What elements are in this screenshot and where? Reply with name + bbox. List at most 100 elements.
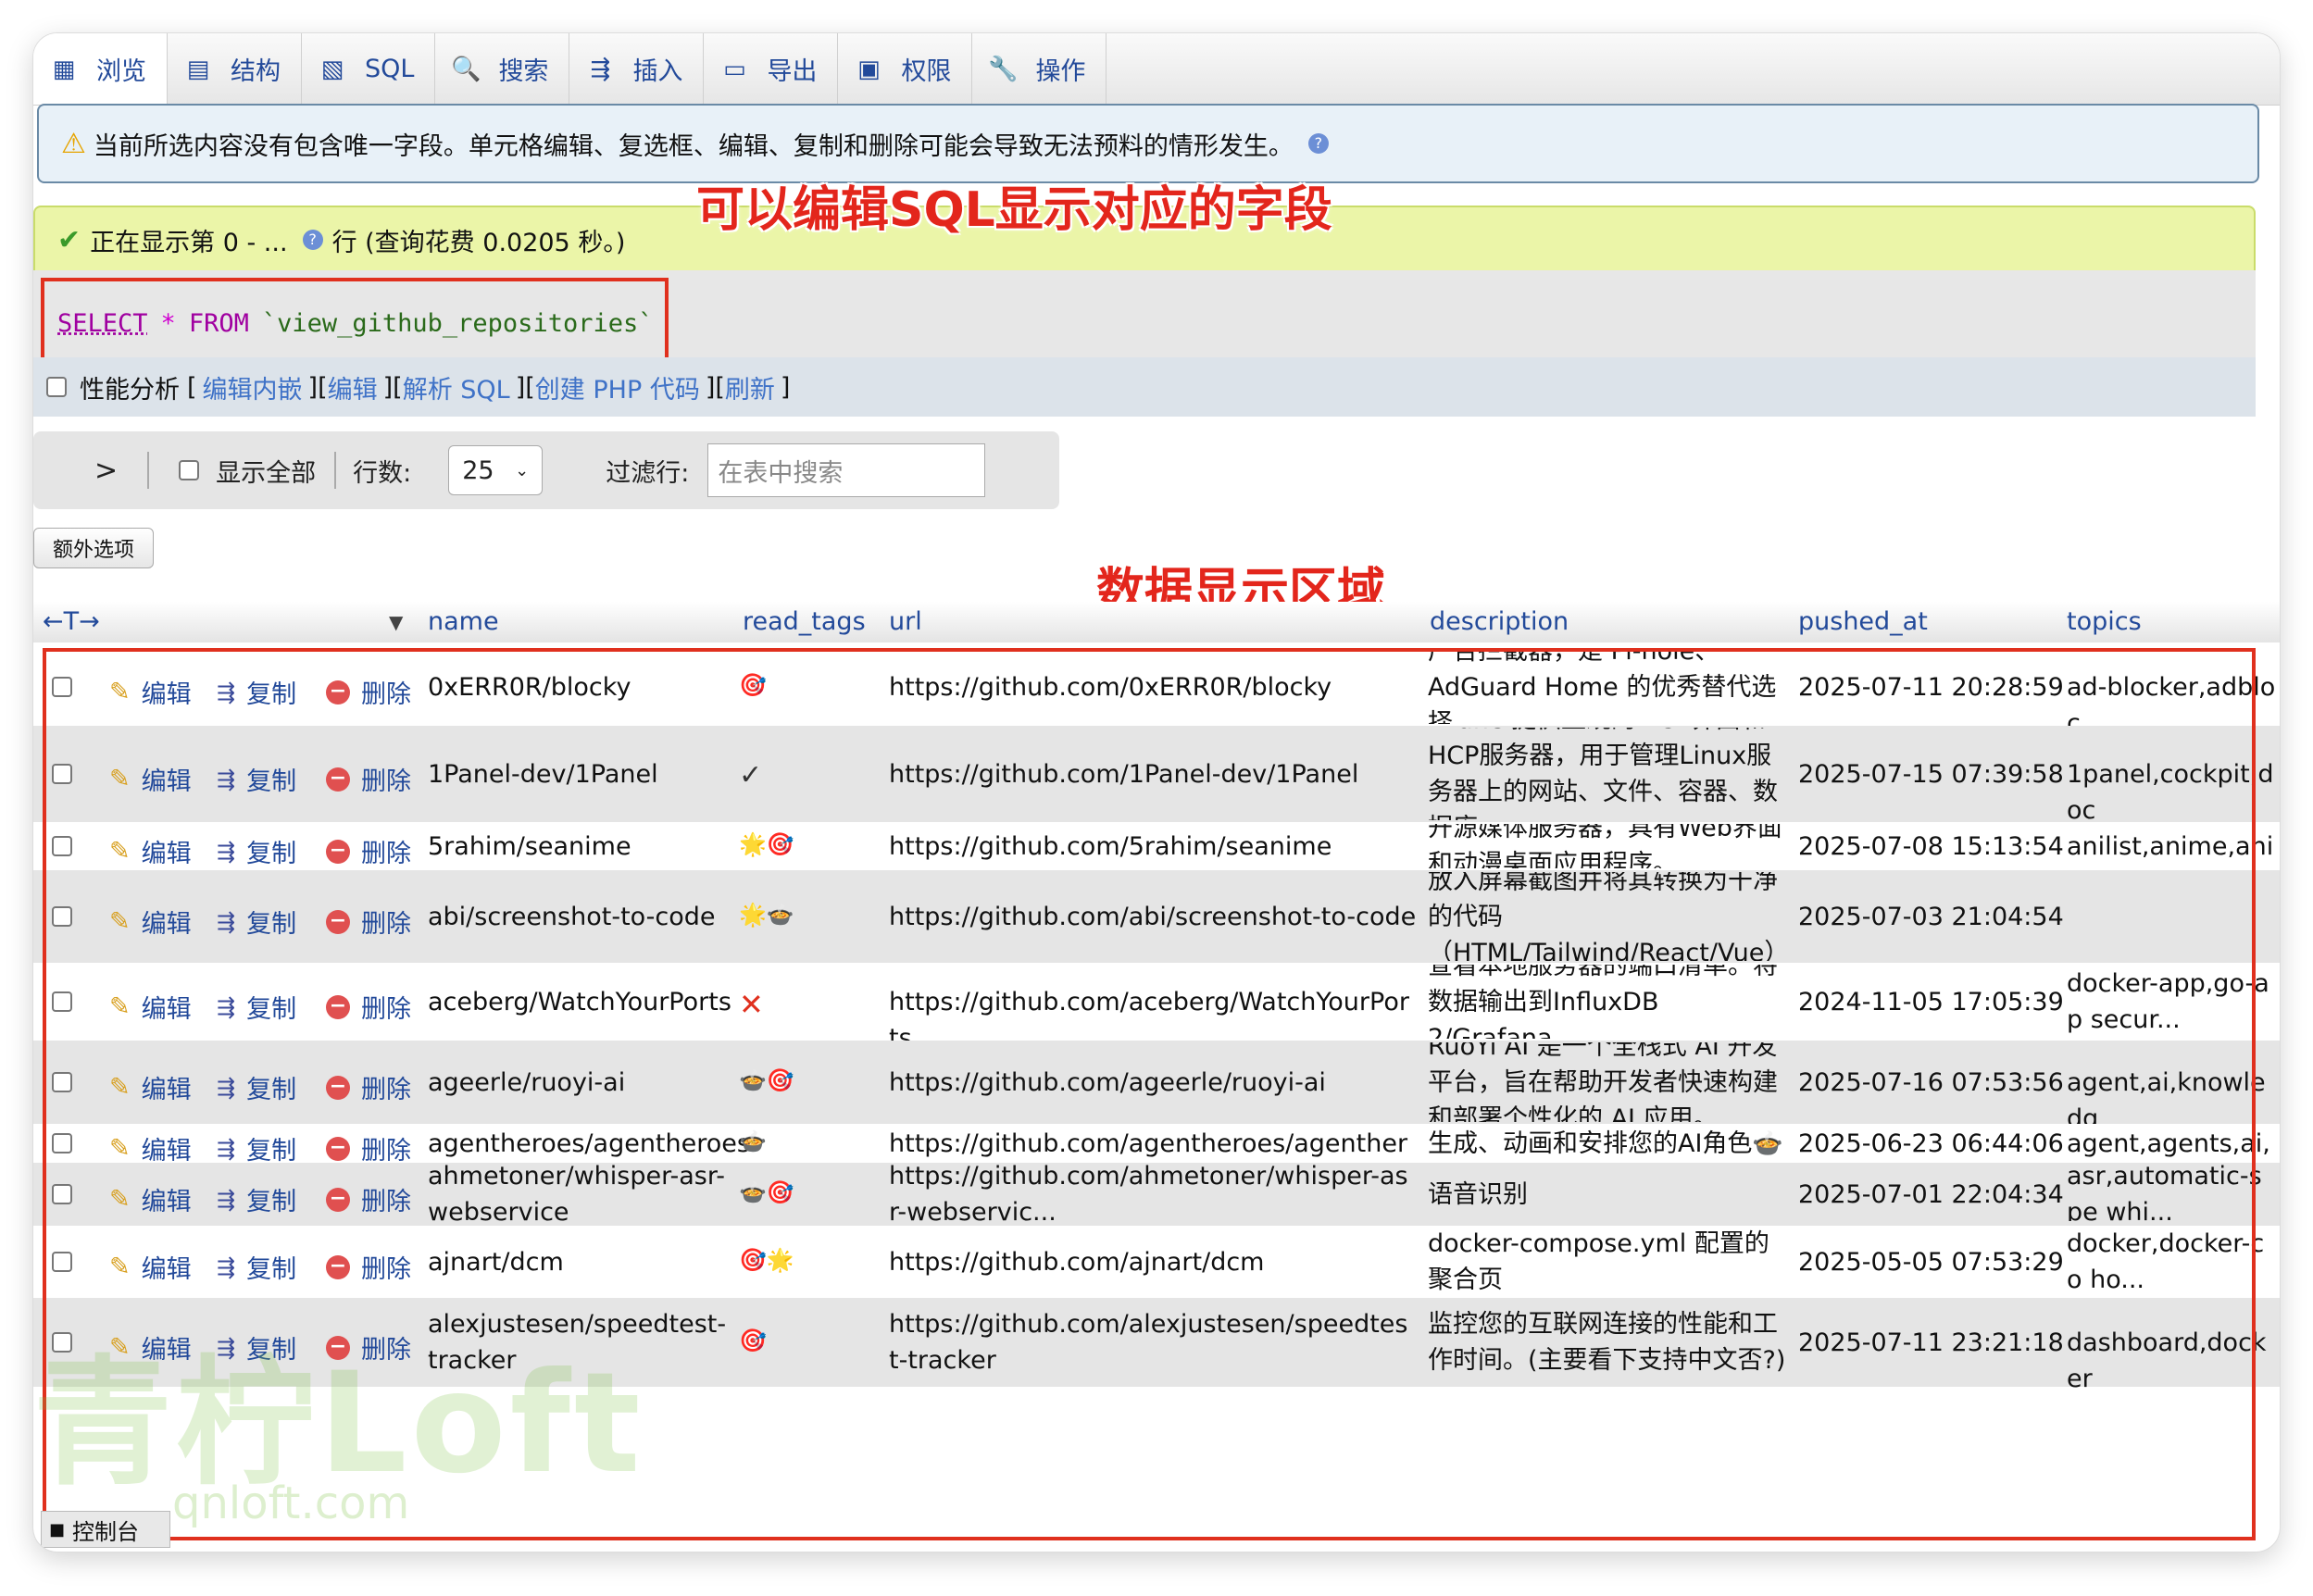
copy-button[interactable]: ⇶ 复制 [217, 989, 296, 1025]
cell-url[interactable]: https://github.com/0xERR0R/blocky [889, 669, 1417, 705]
cell-name[interactable]: agentheroes/agentheroes [428, 1126, 750, 1162]
edit-button[interactable]: ✎ 编辑 [109, 833, 192, 869]
cell-url[interactable]: https://github.com/ajnart/dcm [889, 1244, 1417, 1280]
cell-description[interactable]: 广告拦截器，是 Pi-hole、AdGuard Home 的优秀替代选择 [1428, 650, 1791, 724]
delete-button[interactable]: − 删除 [326, 1130, 411, 1166]
delete-button[interactable]: − 删除 [326, 1181, 411, 1217]
profiling-checkbox[interactable] [46, 377, 67, 397]
extra-options-button[interactable]: 额外选项 [33, 528, 154, 568]
console-button[interactable]: ■ 控制台 [41, 1511, 170, 1548]
cell-url[interactable]: https://github.com/1Panel-dev/1Panel [889, 756, 1417, 792]
cell-description[interactable]: 1Panel提供直观的Web界面和HCP服务器，用于管理Linux服务器上的网站… [1428, 728, 1791, 820]
next-page-button[interactable]: > [94, 455, 118, 487]
copy-button[interactable]: ⇶ 复制 [217, 833, 296, 869]
edit-button[interactable]: ✎ 编辑 [109, 904, 192, 940]
tab-insert[interactable]: ⇶ 插入 [569, 33, 705, 105]
column-header-url[interactable]: url [889, 607, 922, 636]
row-checkbox[interactable] [52, 1252, 72, 1272]
edit-button[interactable]: ✎ 编辑 [109, 1069, 192, 1105]
show-all-checkbox[interactable] [179, 460, 200, 480]
copy-button[interactable]: ⇶ 复制 [217, 1069, 296, 1105]
refresh-link[interactable]: 刷新 [725, 369, 775, 405]
cell-name[interactable]: ajnart/dcm [428, 1244, 733, 1280]
cell-name[interactable]: aceberg/WatchYourPorts [428, 984, 733, 1020]
tab-sql[interactable]: ▧ SQL [302, 33, 436, 105]
copy-button[interactable]: ⇶ 复制 [217, 1130, 296, 1166]
delete-button[interactable]: − 删除 [326, 904, 411, 940]
edit-inline-link[interactable]: 编辑内嵌 [203, 369, 303, 405]
cell-pushed-at[interactable]: 2025-07-01 22:04:34 [1798, 1177, 2064, 1213]
cell-pushed-at[interactable]: 2025-07-03 21:04:54 [1798, 899, 2064, 935]
cell-pushed-at[interactable]: 2025-06-23 06:44:06 [1798, 1126, 2064, 1162]
tab-structure[interactable]: ▤ 结构 [168, 33, 302, 105]
sql-query[interactable]: SELECT * FROM `view_github_repositories` [41, 278, 669, 368]
copy-button[interactable]: ⇶ 复制 [217, 1181, 296, 1217]
cell-url[interactable]: https://github.com/ahmetoner/whisper-asr… [889, 1158, 1417, 1230]
row-checkbox[interactable] [52, 1184, 72, 1204]
cell-url[interactable]: https://github.com/5rahim/seanime [889, 829, 1417, 865]
row-checkbox[interactable] [52, 991, 72, 1012]
delete-button[interactable]: − 删除 [326, 833, 411, 869]
cell-description[interactable]: 语音识别 [1428, 1165, 1791, 1224]
tab-operations[interactable]: 🔧 操作 [972, 33, 1107, 105]
column-header-read-tags[interactable]: read_tags [743, 607, 866, 636]
create-php-link[interactable]: 创建 PHP 代码 [535, 369, 700, 405]
edit-button[interactable]: ✎ 编辑 [109, 989, 192, 1025]
tab-privileges[interactable]: ▣ 权限 [838, 33, 973, 105]
cell-name[interactable]: ahmetoner/whisper-asr-webservice [428, 1158, 733, 1230]
cell-pushed-at[interactable]: 2025-07-11 23:21:18 [1798, 1325, 2064, 1361]
tab-search[interactable]: 🔍 搜索 [435, 33, 570, 105]
explain-sql-link[interactable]: 解析 SQL [403, 369, 510, 405]
copy-button[interactable]: ⇶ 复制 [217, 1249, 296, 1285]
column-toggle-arrows[interactable]: ←T→ [43, 607, 100, 636]
cell-pushed-at[interactable]: 2025-07-11 20:28:59 [1798, 669, 2064, 705]
cell-description[interactable]: 放入屏幕截图并将其转换为干净的代码（HTML/Tailwind/React/Vu… [1428, 872, 1791, 961]
cell-topics[interactable]: dashboard,docker [2067, 1325, 2276, 1399]
delete-button[interactable]: − 删除 [326, 989, 411, 1025]
sql-select-keyword[interactable]: SELECT [57, 309, 148, 338]
help-icon[interactable]: ? [1307, 133, 1329, 154]
tab-export[interactable]: ▭ 导出 [704, 33, 839, 105]
cell-name[interactable]: 1Panel-dev/1Panel [428, 756, 733, 792]
row-checkbox[interactable] [52, 677, 72, 697]
cell-name[interactable]: ageerle/ruoyi-ai [428, 1065, 733, 1101]
column-header-description[interactable]: description [1430, 607, 1569, 636]
row-checkbox[interactable] [52, 1072, 72, 1092]
edit-button[interactable]: ✎ 编辑 [109, 674, 192, 710]
edit-button[interactable]: ✎ 编辑 [109, 1130, 192, 1166]
delete-button[interactable]: − 删除 [326, 761, 411, 797]
copy-button[interactable]: ⇶ 复制 [217, 674, 296, 710]
cell-url[interactable]: https://github.com/alexjustesen/speedtes… [889, 1306, 1417, 1378]
cell-description[interactable]: 查看本地服务器的端口清单。将数据输出到InfluxDB 2/Grafana [1428, 965, 1791, 1039]
row-checkbox[interactable] [52, 1133, 72, 1153]
delete-button[interactable]: − 删除 [326, 1249, 411, 1285]
rows-select[interactable]: 25 ⌄ [448, 445, 544, 495]
column-header-topics[interactable]: topics [2067, 607, 2142, 636]
cell-topics[interactable]: asr,automatic-spe whi... [2067, 1158, 2276, 1221]
cell-pushed-at[interactable]: 2025-07-16 07:53:56 [1798, 1065, 2064, 1101]
cell-pushed-at[interactable]: 2024-11-05 17:05:39 [1798, 984, 2064, 1020]
cell-description[interactable]: RuoYi AI 是一个全栈式 AI 开发平台，旨在帮助开发者快速构建和部署个性… [1428, 1042, 1791, 1122]
cell-topics[interactable]: docker-app,go-ap secur... [2067, 966, 2276, 1040]
copy-button[interactable]: ⇶ 复制 [217, 761, 296, 797]
cell-topics[interactable]: docker,docker-co ho... [2067, 1226, 2276, 1298]
cell-description[interactable]: 生成、动画和安排您的AI角色🍲 [1428, 1126, 1791, 1161]
edit-button[interactable]: ✎ 编辑 [109, 1181, 192, 1217]
cell-description[interactable]: 监控您的互联网连接的性能和工作时间。(主要看下支持中文否?) [1428, 1300, 1791, 1385]
edit-button[interactable]: ✎ 编辑 [109, 761, 192, 797]
tab-browse[interactable]: ▦ 浏览 [33, 33, 168, 105]
cell-name[interactable]: abi/screenshot-to-code [428, 899, 733, 935]
column-header-name[interactable]: name [428, 607, 499, 636]
delete-button[interactable]: − 删除 [326, 674, 411, 710]
filter-input[interactable]: 在表中搜索 [707, 443, 986, 497]
cell-name[interactable]: 0xERR0R/blocky [428, 669, 733, 705]
edit-link[interactable]: 编辑 [328, 369, 378, 405]
cell-description[interactable]: docker-compose.yml 配置的聚合页 [1428, 1228, 1791, 1296]
cell-pushed-at[interactable]: 2025-07-15 07:39:58 [1798, 756, 2064, 792]
row-checkbox[interactable] [52, 836, 72, 856]
row-checkbox[interactable] [52, 906, 72, 927]
copy-button[interactable]: ⇶ 复制 [217, 904, 296, 940]
cell-url[interactable]: https://github.com/ageerle/ruoyi-ai [889, 1065, 1417, 1101]
cell-description[interactable]: 开源媒体服务器，具有Web界面和动漫桌面应用程序。 [1428, 824, 1791, 868]
cell-pushed-at[interactable]: 2025-07-08 15:13:54 [1798, 829, 2064, 865]
